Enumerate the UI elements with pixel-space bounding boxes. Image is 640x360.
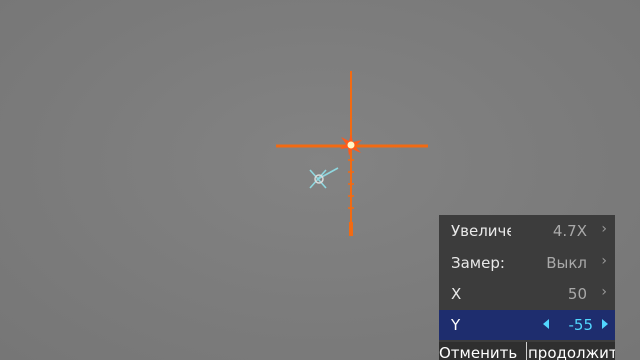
cancel-button[interactable]: Отменить bbox=[439, 342, 525, 360]
x-value: 50 bbox=[567, 285, 587, 303]
target-marker-icon bbox=[309, 167, 339, 189]
chevron-right-icon: › bbox=[601, 253, 607, 269]
zoom-label: Увеличение bbox=[451, 222, 511, 240]
chevron-right-icon: › bbox=[601, 284, 607, 300]
measure-label: Замер: bbox=[451, 254, 505, 272]
zeroing-menu: Увеличение 4.7X › Замер: Выкл › X 50 › Y… bbox=[439, 215, 615, 360]
y-value: -55 bbox=[568, 316, 594, 334]
impact-burst-icon bbox=[340, 134, 362, 156]
chevron-right-icon: › bbox=[601, 221, 607, 237]
measure-value: Выкл bbox=[546, 254, 587, 272]
button-divider bbox=[526, 342, 527, 360]
menu-row-measure[interactable]: Замер: Выкл › bbox=[439, 248, 615, 279]
menu-footer: Отменить продолжить bbox=[439, 342, 615, 360]
menu-row-y[interactable]: Y -55 bbox=[439, 310, 615, 340]
menu-row-zoom[interactable]: Увеличение 4.7X › bbox=[439, 216, 615, 247]
continue-button[interactable]: продолжить bbox=[528, 342, 615, 360]
x-label: X bbox=[451, 285, 462, 303]
decrease-arrow-icon[interactable] bbox=[543, 319, 549, 329]
zoom-value: 4.7X bbox=[552, 222, 587, 240]
y-label: Y bbox=[451, 316, 461, 334]
menu-row-x[interactable]: X 50 › bbox=[439, 279, 615, 310]
increase-arrow-icon[interactable] bbox=[602, 319, 608, 329]
